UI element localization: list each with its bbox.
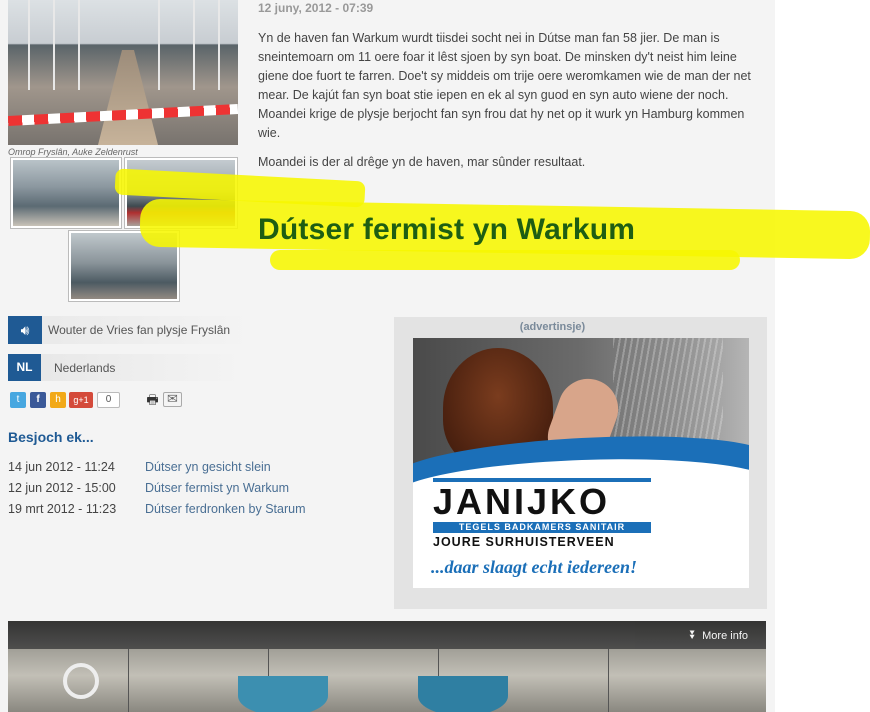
brand-logo: JANIJKO	[433, 481, 611, 522]
main-photo[interactable]	[8, 0, 238, 145]
article-paragraph-2: Moandei is der al drêge yn de haven, mar…	[258, 155, 586, 169]
mast	[28, 0, 30, 90]
speaker-icon[interactable]: 🔊︎	[8, 316, 42, 344]
audio-label: Wouter de Vries fan plysje Fryslân	[48, 323, 231, 337]
article-headline: Dútser fermist yn Warkum	[258, 213, 636, 246]
related-link[interactable]: Dútser fermist yn Warkum	[145, 481, 289, 495]
mast	[53, 0, 55, 90]
article-date: 12 juny, 2012 - 07:39	[258, 1, 374, 15]
related-date: 12 jun 2012 - 15:00	[8, 481, 116, 495]
google-plus-button[interactable]: g+1	[69, 392, 93, 408]
brand-towns: JOURE SURHUISTERVEEN	[433, 535, 615, 549]
rope	[128, 649, 129, 712]
advertisement-box: (advertinsje) JANIJKO TEGELS BADKAMERS S…	[394, 317, 767, 609]
chevron-down-icon: ⏬︎	[690, 628, 697, 642]
photo-caption: Omrop Fryslân, Auke Zeldenrust	[8, 147, 138, 157]
rope	[608, 649, 609, 712]
article-paragraph-1: Yn de haven fan Warkum wurdt tiisdei soc…	[258, 31, 751, 140]
audio-player[interactable]: 🔊︎ Wouter de Vries fan plysje Fryslân	[8, 316, 253, 344]
related-link[interactable]: Dútser yn gesicht slein	[145, 460, 271, 474]
related-title: Besjoch ek...	[8, 429, 94, 445]
print-icon[interactable]: 🖶︎	[144, 392, 161, 408]
advertisement-label: (advertinsje)	[519, 321, 586, 333]
language-label: Nederlands	[54, 361, 116, 375]
mast	[193, 0, 195, 90]
facebook-icon[interactable]: f	[30, 392, 46, 408]
more-info-button[interactable]: ⏬︎ More info	[690, 628, 748, 643]
channel-logo	[63, 663, 99, 699]
hyves-icon[interactable]: h	[50, 392, 66, 408]
twitter-icon[interactable]: t	[10, 392, 26, 408]
advertisement-banner[interactable]: JANIJKO TEGELS BADKAMERS SANITAIR JOURE …	[413, 338, 749, 588]
share-count: 0	[97, 392, 120, 408]
related-date: 14 jun 2012 - 11:24	[8, 460, 115, 474]
video-player[interactable]: ⏬︎ More info	[8, 621, 766, 712]
highlighter-stroke	[270, 250, 740, 270]
thumbnail-1[interactable]	[10, 157, 122, 229]
more-info-label: More info	[702, 630, 748, 642]
video-toolbar: ⏬︎ More info	[8, 621, 766, 649]
mast	[158, 0, 160, 90]
jetty	[98, 50, 158, 145]
language-badge: NL	[8, 354, 41, 381]
brand-slogan: ...daar slaagt echt iedereen!	[431, 557, 637, 577]
mast	[78, 0, 80, 90]
related-link[interactable]: Dútser ferdronken by Starum	[145, 502, 306, 516]
related-date: 19 mrt 2012 - 11:23	[8, 502, 117, 516]
language-selector[interactable]: NL Nederlands	[8, 354, 243, 381]
email-icon[interactable]: ✉︎	[163, 392, 182, 407]
hammock	[238, 676, 328, 712]
hammock	[418, 676, 508, 712]
mast	[218, 0, 220, 90]
brand-tagline: TEGELS BADKAMERS SANITAIR	[433, 522, 651, 533]
thumbnail-image	[13, 160, 119, 226]
